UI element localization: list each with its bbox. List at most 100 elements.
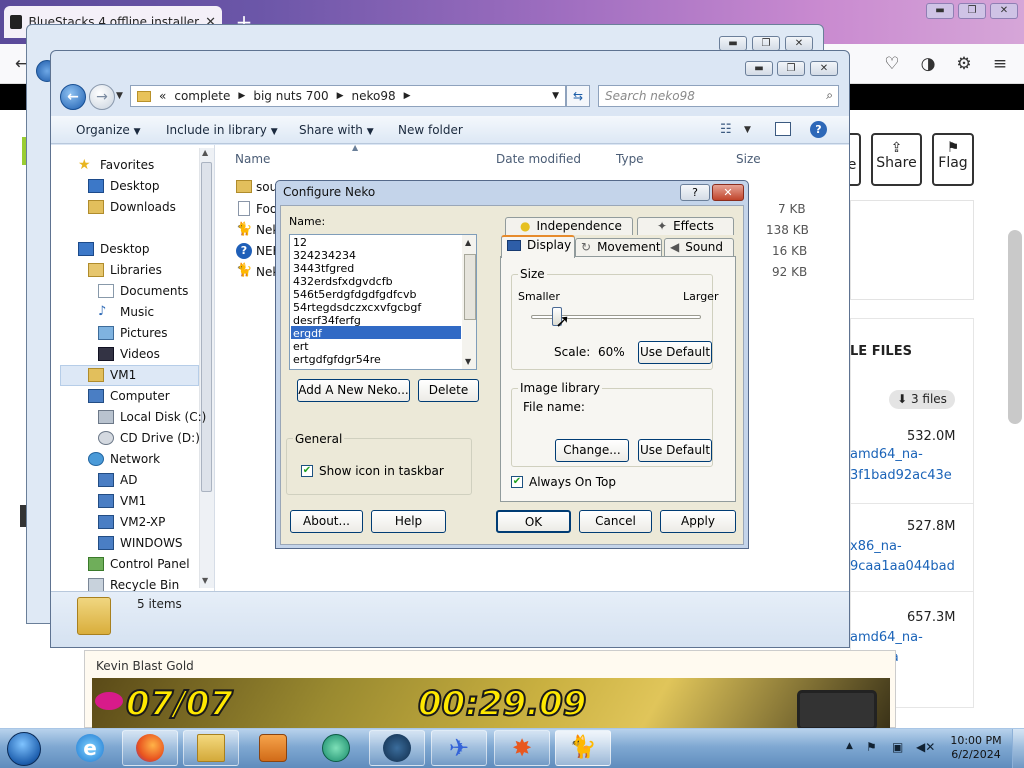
use-default-size-button[interactable]: Use Default <box>638 341 712 364</box>
nav-control-panel[interactable]: Control Panel <box>88 557 190 571</box>
refresh-icon[interactable]: ⇆ <box>566 85 590 107</box>
dialog-help-icon[interactable]: ? <box>680 184 710 201</box>
column-name[interactable]: Name <box>235 152 270 166</box>
preview-pane-icon[interactable] <box>775 122 791 136</box>
browser-maximize-button[interactable]: ❐ <box>958 3 986 19</box>
nav-pictures[interactable]: Pictures <box>98 326 168 340</box>
nav-recycle-bin[interactable]: Recycle Bin <box>88 578 179 591</box>
nav-vm1[interactable]: VM1 <box>98 494 146 508</box>
help-icon[interactable]: ? <box>810 121 827 138</box>
column-date-modified[interactable]: Date modified <box>496 152 581 166</box>
change-button[interactable]: Change... <box>555 439 629 462</box>
tab-movement[interactable]: ↻ Movement <box>581 240 661 254</box>
share-button[interactable]: ⇪ Share <box>871 133 922 186</box>
list-item[interactable]: desrf34ferfg <box>293 314 361 327</box>
views-icon[interactable]: ☷ <box>720 122 732 137</box>
breadcrumb-separator-icon[interactable]: ▶ <box>404 91 411 101</box>
tray-chevron-icon[interactable]: ▲ <box>846 741 853 751</box>
file-link[interactable]: amd64_na- <box>850 447 923 462</box>
nav-local-disk[interactable]: Local Disk (C:) <box>98 410 206 424</box>
breadcrumb-item[interactable]: complete <box>174 89 230 103</box>
breadcrumb-item[interactable]: neko98 <box>352 89 396 103</box>
breadcrumb-separator-icon[interactable]: ▶ <box>337 91 344 101</box>
apply-button[interactable]: Apply <box>660 510 736 533</box>
close-button-back[interactable]: ✕ <box>785 36 813 51</box>
tab-effects[interactable]: ✦ Effects <box>657 219 714 233</box>
account-icon[interactable]: ◑ <box>916 52 940 76</box>
clock[interactable]: 10:00 PM 6/2/2024 <box>943 734 1009 762</box>
breadcrumb-item[interactable]: big nuts 700 <box>253 89 328 103</box>
file-link-2[interactable]: 3f1bad92ac43e <box>850 468 952 483</box>
nav-favorites[interactable]: ★ Favorites <box>78 158 154 172</box>
maximize-button-back[interactable]: ❐ <box>752 36 780 51</box>
recent-pages-chevron-icon[interactable]: ▼ <box>116 91 123 101</box>
file-link[interactable]: x86_na- <box>850 539 902 554</box>
tab-independence[interactable]: ● Independence <box>520 219 622 233</box>
search-icon[interactable]: ⌕ <box>826 88 833 103</box>
flag-tray-icon[interactable]: ⚑ <box>866 740 877 754</box>
pocket-icon[interactable]: ♡ <box>880 52 904 76</box>
nav-desktop-favorite[interactable]: Desktop <box>88 179 160 193</box>
nav-scroll-up-icon[interactable]: ▲ <box>202 148 208 157</box>
internet-explorer-icon[interactable]: e <box>76 734 104 762</box>
always-on-top-checkbox[interactable]: ✔ <box>511 476 523 488</box>
add-neko-button[interactable]: Add A New Neko... <box>297 379 410 402</box>
media-player-icon[interactable] <box>259 734 287 762</box>
nav-network[interactable]: Network <box>88 452 160 466</box>
maximize-button[interactable]: ❐ <box>777 61 805 76</box>
extensions-icon[interactable]: ⚙ <box>952 52 976 76</box>
nav-computer[interactable]: Computer <box>88 389 170 403</box>
back-icon[interactable]: ← <box>60 84 86 110</box>
include-library-button[interactable]: Include in library ▼ <box>166 123 278 137</box>
organize-button[interactable]: Organize ▼ <box>76 123 141 137</box>
list-item[interactable]: ertgdfgfdgr54re <box>293 353 381 366</box>
nav-vm2[interactable]: VM2-XP <box>98 515 165 529</box>
list-item[interactable]: 3443tfgred <box>293 262 354 275</box>
volume-tray-icon[interactable]: ◀✕ <box>916 740 935 754</box>
delete-button[interactable]: Delete <box>418 379 479 402</box>
list-item[interactable]: 54rtegdsdczxcxvfgcbgf <box>293 301 421 314</box>
file-name[interactable]: Foo <box>256 202 277 216</box>
minimize-button[interactable]: ▬ <box>745 61 773 76</box>
browser-scrollbar[interactable] <box>1008 230 1022 424</box>
nav-vm1-user[interactable]: VM1 <box>88 368 136 382</box>
nav-downloads[interactable]: Downloads <box>88 200 176 214</box>
tab-sound[interactable]: ◀ Sound <box>670 240 723 254</box>
ok-button[interactable]: OK <box>496 510 571 533</box>
nav-scroll-down-icon[interactable]: ▼ <box>202 576 208 585</box>
nav-documents[interactable]: Documents <box>98 284 188 298</box>
nav-music[interactable]: ♪ Music <box>98 305 154 320</box>
close-button[interactable]: ✕ <box>810 61 838 76</box>
overflow-chevron-icon[interactable]: « <box>159 89 166 103</box>
list-item-selected[interactable]: ergdf <box>293 327 322 340</box>
browser-minimize-button[interactable]: ▬ <box>926 3 954 19</box>
search-input[interactable]: Search neko98 ⌕ <box>598 85 839 107</box>
list-scroll-up-icon[interactable]: ▲ <box>465 238 471 247</box>
bluestacks-icon[interactable] <box>322 734 350 762</box>
nav-ad[interactable]: AD <box>98 473 137 487</box>
nav-cd-drive[interactable]: CD Drive (D:) <box>98 431 200 445</box>
list-scroll-thumb[interactable] <box>464 254 476 320</box>
show-desktop-button[interactable] <box>1012 729 1024 768</box>
column-type[interactable]: Type <box>616 152 644 166</box>
views-chevron-icon[interactable]: ▼ <box>744 125 751 135</box>
file-link[interactable]: amd64_na- <box>850 630 923 645</box>
use-default-image-button[interactable]: Use Default <box>638 439 712 462</box>
list-item[interactable]: 12 <box>293 236 307 249</box>
flag-button[interactable]: ⚑ Flag <box>932 133 974 186</box>
forward-icon[interactable]: → <box>89 84 115 110</box>
help-button[interactable]: Help <box>371 510 446 533</box>
address-dropdown-icon[interactable]: ▼ <box>552 91 559 101</box>
nav-videos[interactable]: Videos <box>98 347 160 361</box>
address-bar[interactable]: « complete ▶ big nuts 700 ▶ neko98 ▶ ▼ <box>130 85 566 107</box>
list-scroll-down-icon[interactable]: ▼ <box>465 357 471 366</box>
minimize-button-back[interactable]: ▬ <box>719 36 747 51</box>
show-icon-checkbox[interactable]: ✔ <box>301 465 313 477</box>
new-folder-button[interactable]: New folder <box>398 123 463 137</box>
menu-icon[interactable]: ≡ <box>988 52 1012 76</box>
dialog-close-icon[interactable]: ✕ <box>712 184 744 201</box>
list-item[interactable]: ert <box>293 340 309 353</box>
tab-display[interactable]: Display <box>507 238 571 252</box>
nav-libraries[interactable]: Libraries <box>88 263 162 277</box>
nav-windows[interactable]: WINDOWS <box>98 536 183 550</box>
